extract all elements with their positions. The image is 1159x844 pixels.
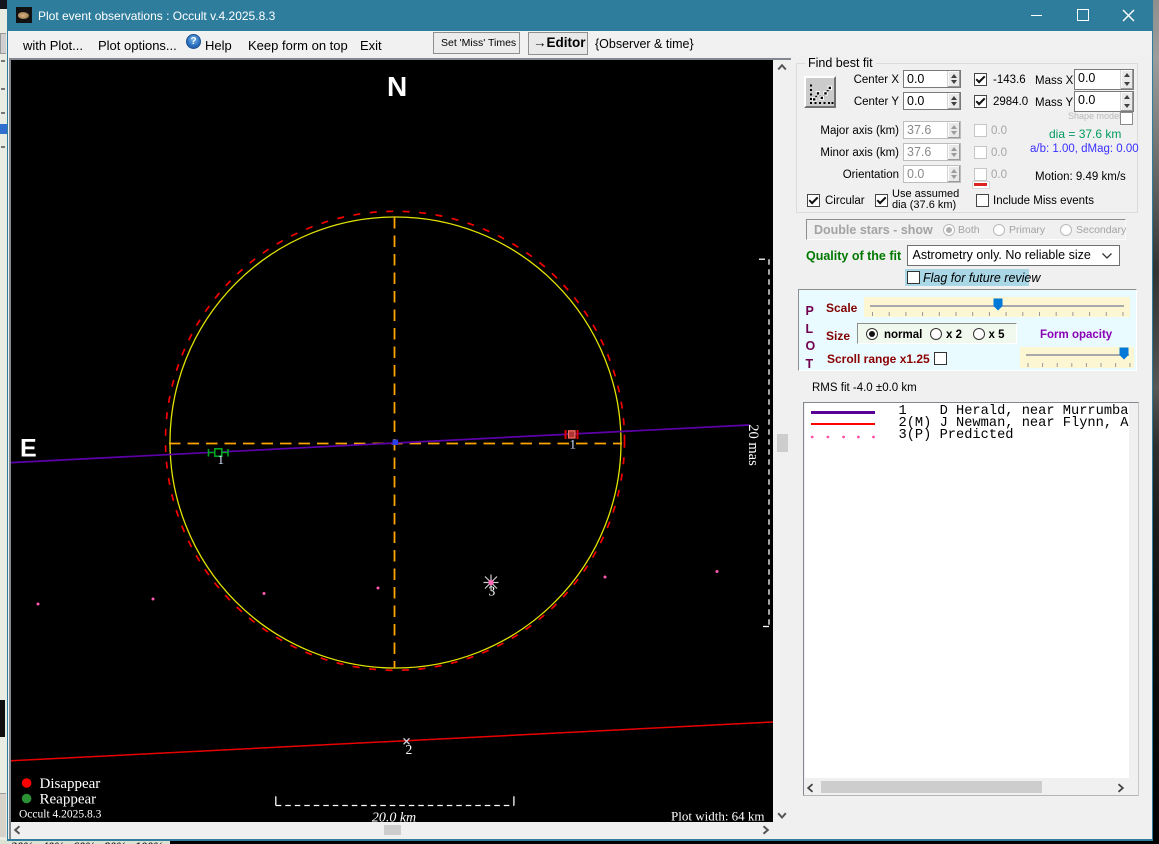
svg-text:Reappear: Reappear — [40, 792, 97, 808]
svg-text:1: 1 — [570, 437, 577, 452]
svg-text:E: E — [20, 435, 37, 463]
svg-text:Plot width: 64 km: Plot width: 64 km — [671, 809, 765, 823]
svg-text:20.0 km: 20.0 km — [372, 811, 416, 823]
svg-text:Occult 4.2025.8.3: Occult 4.2025.8.3 — [19, 809, 102, 821]
svg-text:1: 1 — [218, 452, 225, 467]
svg-text:20 mas: 20 mas — [745, 424, 761, 466]
svg-text:Disappear: Disappear — [40, 776, 101, 792]
svg-text:N: N — [387, 71, 407, 102]
svg-text:3: 3 — [489, 584, 496, 599]
svg-text:2: 2 — [406, 742, 413, 757]
